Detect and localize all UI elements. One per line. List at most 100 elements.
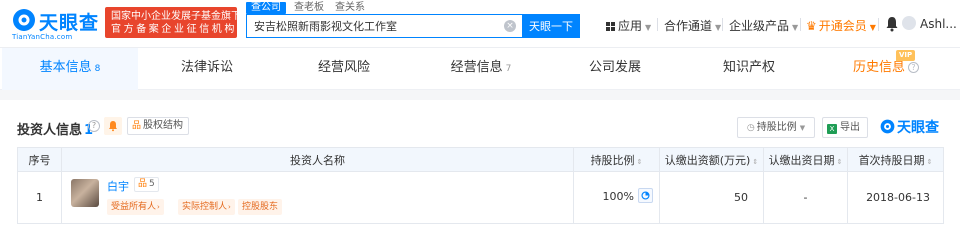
related-count: 5 — [149, 179, 155, 189]
tag-label: 受益所有人 — [111, 202, 157, 212]
subscribed-amount: 50 — [659, 171, 764, 224]
question-icon: ? — [908, 62, 919, 73]
tab-history[interactable]: 历史信息? — [818, 48, 954, 90]
search-tab-relation[interactable]: 查关系 — [335, 2, 365, 14]
investor-person: 白宇 品5 受益所有人› 实际控制人› 控股股东 — [62, 172, 573, 223]
column-header-sub-date[interactable]: 认缴出资日期 ⇕ — [763, 147, 848, 172]
badge-line-2: 官方备案企业征信机构 — [111, 24, 237, 35]
nav-user[interactable]: Ashl... — [920, 17, 957, 31]
ratio-cell: 100% — [573, 171, 660, 224]
tag-beneficial-owner[interactable]: 受益所有人› — [107, 199, 164, 215]
table-row: 1 白宇 品5 受益所有人› 实际控制人› 控股股东 100% 50 - 201… — [17, 171, 944, 224]
brand-text: 天眼查 — [897, 120, 939, 136]
tag-controlling-shareholder: 控股股东 — [238, 199, 283, 215]
search-box: × — [246, 14, 522, 38]
column-label: 认缴出资额(万元) — [664, 153, 751, 167]
monitor-bell-icon[interactable] — [104, 117, 122, 135]
question-icon[interactable]: ? — [88, 120, 100, 132]
search-input[interactable] — [247, 15, 497, 37]
search-tab-boss[interactable]: 查老板 — [294, 2, 324, 14]
section-title: 投资人信息 1 — [17, 119, 93, 138]
site-logo[interactable]: 天眼查 TianYanCha.com — [12, 6, 102, 41]
column-label: 认缴出资日期 — [768, 153, 835, 167]
investor-cell: 白宇 品5 受益所有人› 实际控制人› 控股股东 — [61, 171, 574, 224]
export-button[interactable]: X 导出 — [822, 117, 868, 138]
chevron-down-icon: ▼ — [869, 23, 876, 32]
chevron-right-icon: › — [228, 203, 231, 211]
tab-litigation[interactable]: 法律诉讼 — [139, 48, 275, 90]
tab-label: 经营风险 — [317, 60, 370, 75]
nav-app-label: 应用 — [618, 19, 643, 33]
nav-divider — [800, 18, 801, 31]
tag-label: 控股股东 — [242, 202, 279, 212]
investor-table: 序号 投资人名称 持股比例 ⇕ 认缴出资额(万元) ⇕ 认缴出资日期 ⇕ 首次持股日期… — [17, 147, 944, 224]
vip-badge: VIP — [896, 50, 916, 61]
sort-label: 持股比例 — [756, 122, 797, 133]
investor-section: 投资人信息 1 ? 品股权结构 ◷ 持股比例 ▼ X 导出 天眼查 序号 投资人名称 — [0, 100, 960, 247]
table-header-row: 序号 投资人名称 持股比例 ⇕ 认缴出资额(万元) ⇕ 认缴出资日期 ⇕ 首次持股日期… — [17, 147, 944, 172]
nav-cooperation[interactable]: 合作通道 ▼ — [664, 17, 721, 34]
tab-label: 基本信息 — [39, 60, 92, 75]
tab-development[interactable]: 公司发展 — [547, 48, 683, 90]
tab-label: 经营信息 — [450, 60, 503, 75]
row-index: 1 — [17, 171, 62, 224]
search-tab-company[interactable]: 查公司 — [246, 2, 286, 14]
investor-photo[interactable] — [71, 179, 99, 207]
chevron-down-icon: ▼ — [799, 124, 806, 132]
badge-line-1: 国家中小企业发展子基金旗下 — [111, 11, 241, 22]
nav-app[interactable]: 应用 ▼ — [606, 17, 651, 34]
tag-actual-controller[interactable]: 实际控制人› — [178, 199, 235, 215]
nav-enterprise-label: 企业级产品 — [729, 19, 790, 33]
tab-label: 公司发展 — [588, 60, 641, 75]
column-header-amount[interactable]: 认缴出资额(万元) ⇕ — [659, 147, 764, 172]
tab-count: 8 — [94, 64, 101, 74]
tab-basic-info[interactable]: 基本信息 8 — [2, 48, 138, 90]
nav-divider — [878, 18, 879, 31]
sort-icon: ⇕ — [836, 157, 843, 166]
nav-divider — [657, 18, 658, 31]
clock-icon: ◷ — [746, 123, 755, 133]
tab-label: 法律诉讼 — [180, 60, 233, 75]
column-header-first-date[interactable]: 首次持股日期 ⇕ — [847, 147, 944, 172]
column-header-index: 序号 — [17, 147, 62, 172]
export-label: 导出 — [840, 122, 860, 133]
column-label: 序号 — [28, 153, 51, 167]
first-hold-date: 2018-06-13 — [847, 171, 944, 224]
pie-chart-icon[interactable] — [638, 188, 653, 203]
logo-domain: TianYanCha.com — [12, 33, 73, 41]
subscribed-date: - — [763, 171, 848, 224]
org-chart-icon: 品 — [132, 121, 142, 131]
tab-intellectual-property[interactable]: 知识产权 — [681, 48, 817, 90]
sort-dropdown[interactable]: ◷ 持股比例 ▼ — [737, 117, 815, 138]
investor-name[interactable]: 白宇 — [107, 178, 129, 194]
nav-vip[interactable]: ♛ 开通会员 ▼ — [806, 17, 876, 34]
chevron-down-icon: ▼ — [645, 23, 652, 32]
related-companies-badge[interactable]: 品5 — [134, 177, 159, 192]
column-label: 投资人名称 — [290, 153, 345, 167]
column-header-ratio[interactable]: 持股比例 ⇕ — [573, 147, 660, 172]
clear-icon[interactable]: × — [504, 20, 516, 32]
tab-business-info[interactable]: 经营信息 7 — [413, 48, 549, 90]
chevron-right-icon: › — [157, 203, 160, 211]
search-button[interactable]: 天眼一下 — [522, 14, 580, 38]
excel-icon: X — [827, 124, 837, 134]
holding-ratio: 100% — [602, 190, 634, 203]
nav-enterprise[interactable]: 企业级产品 ▼ — [729, 17, 798, 34]
nav-cooperation-label: 合作通道 — [664, 19, 713, 33]
bell-icon[interactable] — [885, 16, 899, 32]
column-label: 首次持股日期 — [858, 153, 925, 167]
avatar[interactable] — [902, 16, 916, 30]
crown-icon: ♛ — [806, 19, 817, 33]
sort-icon: ⇕ — [636, 157, 643, 166]
tianyancha-eye-icon — [880, 119, 895, 134]
chevron-down-icon: ▼ — [792, 23, 799, 32]
equity-structure-button[interactable]: 品股权结构 — [127, 117, 190, 135]
sort-icon: ⇕ — [752, 157, 759, 166]
grid-icon — [606, 22, 615, 31]
column-header-investor: 投资人名称 — [61, 147, 574, 172]
nav-divider — [722, 18, 723, 31]
tab-business-risk[interactable]: 经营风险 — [276, 48, 412, 90]
section-title-text: 投资人信息 — [17, 123, 83, 138]
top-header: 天眼查 TianYanCha.com 国家中小企业发展子基金旗下 官方备案企业征… — [0, 0, 960, 48]
official-badge: 国家中小企业发展子基金旗下 官方备案企业征信机构 — [105, 7, 241, 38]
